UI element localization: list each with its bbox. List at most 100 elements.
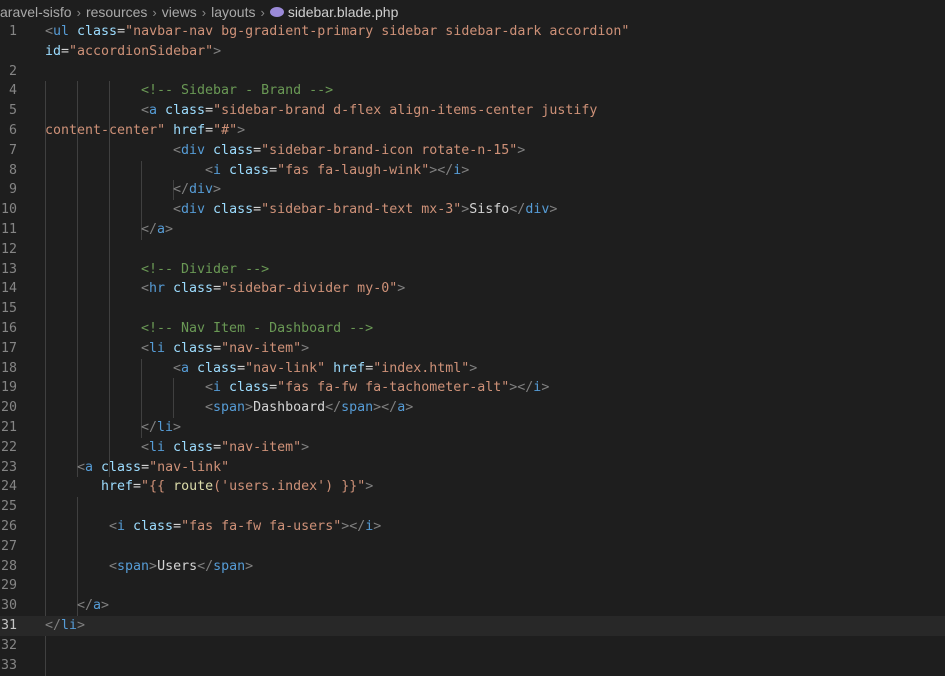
code-line[interactable]: 5 <a class="sidebar-brand d-flex align-it… (0, 101, 945, 121)
code-token: > (301, 439, 310, 455)
code-line[interactable]: 32 (0, 636, 945, 656)
code-token: Users (157, 558, 198, 574)
code-token: "accordionSidebar" (69, 43, 214, 59)
line-number: 4 (8, 83, 17, 99)
line-number: 15 (0, 301, 17, 317)
code-token: > (365, 479, 374, 495)
code-line[interactable]: 15 (0, 299, 945, 319)
code-text: <a class="nav-link" (77, 458, 229, 478)
code-line[interactable]: 16 <!-- Nav Item - Dashboard --> (0, 319, 945, 339)
code-line[interactable]: 17 <li class="nav-item"> (0, 339, 945, 359)
code-token: li (157, 420, 174, 435)
code-token: < (141, 103, 150, 119)
code-token: a (149, 103, 158, 119)
breadcrumb-item[interactable]: resources (86, 4, 147, 20)
line-number: 20 (0, 400, 17, 416)
code-line[interactable]: 27 (0, 537, 945, 557)
line-number: 30 (0, 598, 17, 614)
code-text: <a class="sidebar-brand d-flex align-ite… (141, 101, 597, 121)
code-line[interactable]: 22 <li class="nav-item"> (0, 438, 945, 458)
code-line[interactable]: 23 <a class="nav-link" (0, 458, 945, 478)
code-token: Sisfo (469, 202, 510, 218)
code-line[interactable]: 21 </li> (0, 418, 945, 438)
code-line[interactable]: 2 (0, 62, 945, 82)
code-token: ('users.index') }}" (213, 479, 366, 495)
code-line[interactable]: 29 (0, 576, 945, 596)
code-token: = (365, 360, 374, 376)
line-number: 23 (0, 459, 17, 475)
code-token: class (165, 340, 214, 356)
code-token: span (213, 558, 246, 574)
code-text: </li> (45, 616, 85, 636)
code-line[interactable]: 25 (0, 497, 945, 517)
code-line[interactable]: 10 <div class="sidebar-brand-text mx-3">S… (0, 200, 945, 220)
code-token: route (173, 479, 214, 495)
code-token: content-center" (45, 123, 166, 138)
chevron-right-icon: › (152, 4, 157, 20)
code-text: <span>Users</span> (109, 557, 253, 577)
line-number: 6 (8, 123, 17, 138)
line-number: 17 (0, 340, 17, 356)
code-token: span (213, 400, 246, 416)
code-line[interactable]: 13 <!-- Divider --> (0, 260, 945, 280)
code-token: = (205, 103, 214, 119)
code-token: = (269, 380, 278, 396)
code-token: = (253, 202, 262, 218)
code-text: <div class="sidebar-brand-icon rotate-n-… (173, 141, 525, 161)
code-token: div (189, 182, 214, 198)
code-line[interactable]: 7 <div class="sidebar-brand-icon rotate-n… (0, 141, 945, 161)
line-number: 18 (0, 360, 17, 376)
breadcrumb-item[interactable]: aravel-sisfo (0, 4, 72, 20)
code-line[interactable]: 6 content-center" href="#"> (0, 121, 945, 141)
code-token: class (69, 24, 118, 39)
code-line[interactable]: 33 (0, 656, 945, 676)
code-line[interactable]: 18 <a class="nav-link" href="index.html"> (0, 359, 945, 379)
code-token: span (117, 558, 150, 574)
code-line[interactable]: 12 (0, 240, 945, 260)
breadcrumb-item[interactable]: layouts (211, 4, 255, 20)
code-token: = (213, 439, 222, 455)
code-token: i (213, 380, 222, 396)
code-token: ></ (429, 162, 454, 178)
breadcrumb-item[interactable]: views (162, 4, 197, 20)
editor-text-area[interactable]: 1 <ul class="navbar-nav bg-gradient-prima… (0, 22, 945, 676)
code-line[interactable]: 24 href="{{ route('users.index') }}"> (0, 477, 945, 497)
code-line[interactable]: 20 <span>Dashboard</span></a> (0, 398, 945, 418)
code-token: > (237, 123, 246, 138)
code-token: li (61, 618, 78, 633)
code-token: href (165, 123, 206, 138)
code-token: > (101, 598, 110, 614)
code-line[interactable]: 31 </li> (0, 616, 945, 636)
code-line[interactable]: 9 </div> (0, 180, 945, 200)
code-token: class (205, 142, 254, 158)
code-line[interactable]: 14 <hr class="sidebar-divider my-0"> (0, 279, 945, 299)
code-text: id="accordionSidebar"> (45, 42, 221, 62)
code-line[interactable]: id="accordionSidebar"> (0, 42, 945, 62)
code-token: > (213, 43, 222, 59)
code-text: </a> (141, 220, 173, 240)
code-token: i (213, 162, 222, 178)
code-line[interactable]: 8 <i class="fas fa-laugh-wink"></i> (0, 161, 945, 181)
code-line[interactable]: 1 <ul class="navbar-nav bg-gradient-prima… (0, 22, 945, 42)
code-text: </div> (173, 180, 221, 200)
breadcrumb-file[interactable]: sidebar.blade.php (269, 4, 398, 20)
code-token: > (301, 340, 310, 356)
code-token: Dashboard (253, 400, 326, 416)
code-line[interactable]: 4 <!-- Sidebar - Brand --> (0, 81, 945, 101)
code-line[interactable]: 30 </a> (0, 596, 945, 616)
code-token: > (165, 222, 174, 237)
code-token: = (133, 479, 142, 495)
code-line[interactable]: 28 <span>Users</span> (0, 557, 945, 577)
code-token: li (149, 439, 166, 455)
code-token: "fas fa-laugh-wink" (277, 162, 430, 178)
line-number: 32 (0, 637, 17, 653)
code-token: class (125, 519, 174, 534)
code-token: "sidebar-divider my-0" (221, 281, 398, 297)
code-line[interactable]: 11 </a> (0, 220, 945, 240)
code-line[interactable]: 19 <i class="fas fa-fw fa-tachometer-alt"… (0, 378, 945, 398)
code-token: class (93, 459, 142, 475)
code-token: > (405, 400, 414, 416)
code-line[interactable]: 26 <i class="fas fa-fw fa-users"></i> (0, 517, 945, 537)
code-text: <span>Dashboard</span></a> (205, 398, 413, 418)
code-token: hr (149, 281, 166, 297)
